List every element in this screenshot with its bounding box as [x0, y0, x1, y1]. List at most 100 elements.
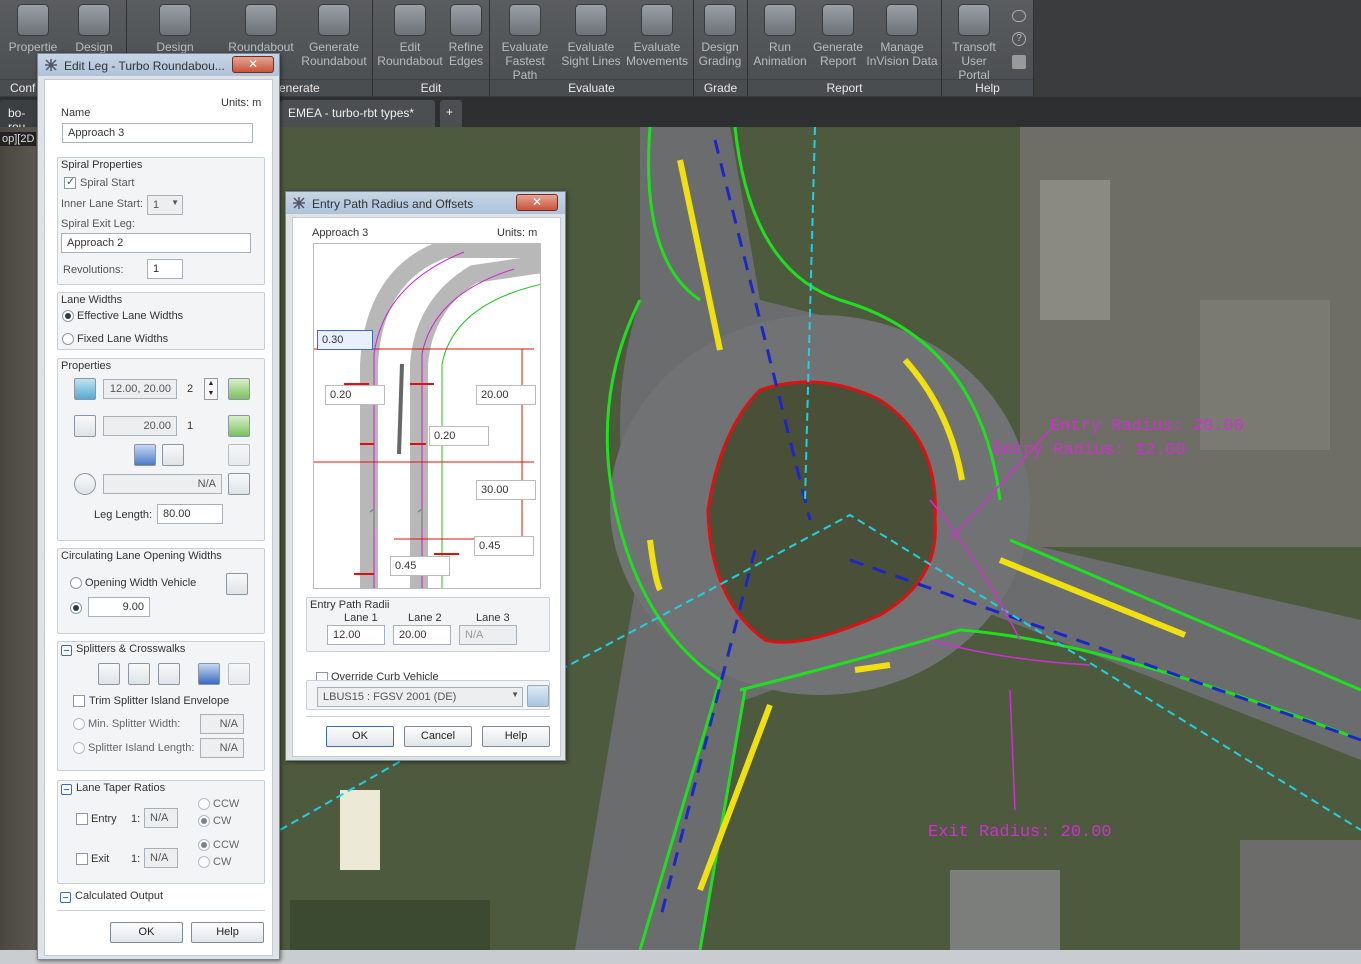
- design-roundabout-button[interactable]: Design: [146, 4, 204, 54]
- about-icon[interactable]: [1012, 55, 1026, 69]
- offset-input[interactable]: 0.45: [474, 536, 534, 556]
- manage-invision-button[interactable]: Manage InVision Data: [866, 4, 938, 68]
- crosswalk-icon[interactable]: [158, 663, 180, 685]
- exit-taper-input[interactable]: N/A: [144, 848, 178, 868]
- leg-length-input[interactable]: 80.00: [157, 504, 223, 524]
- collapse-toggle-icon[interactable]: [61, 645, 72, 656]
- lane1-radius-input[interactable]: 12.00: [327, 625, 385, 645]
- entry-cw-radio[interactable]: [198, 815, 210, 827]
- design-grading-button[interactable]: Design Grading: [696, 4, 744, 68]
- button-label: User Portal: [958, 54, 990, 82]
- opening-value-radio[interactable]: [70, 602, 82, 614]
- run-animation-button[interactable]: Run Animation: [750, 4, 810, 68]
- lane2-radius-input[interactable]: 20.00: [393, 625, 451, 645]
- lane3-radius-input[interactable]: N/A: [459, 625, 517, 645]
- spiral-start-checkbox[interactable]: [64, 175, 76, 189]
- building-roof: [1240, 840, 1361, 950]
- opening-width-input[interactable]: 9.00: [88, 597, 150, 617]
- min-splitter-radio[interactable]: [73, 718, 85, 730]
- button-label: Edges: [448, 54, 484, 68]
- inner-lane-start-select[interactable]: 1 ▼: [147, 195, 183, 215]
- design-button[interactable]: Design: [66, 4, 122, 54]
- spiral-exit-leg-input[interactable]: Approach 2: [61, 233, 251, 253]
- exit-cw-radio[interactable]: [198, 856, 210, 868]
- radius-input[interactable]: 30.00: [476, 480, 536, 500]
- new-tab-button[interactable]: +: [440, 100, 462, 127]
- edit-entry-icon[interactable]: [228, 378, 250, 400]
- edit-exit-icon[interactable]: [228, 415, 250, 437]
- splitter-length-radio[interactable]: [73, 742, 85, 754]
- vehicle-path-icon[interactable]: [226, 573, 248, 595]
- revolutions-input[interactable]: 1: [147, 259, 183, 279]
- trim-splitter-checkbox[interactable]: [73, 695, 85, 707]
- exit-lanes-icon[interactable]: [74, 415, 96, 437]
- edit-offset-icon[interactable]: [228, 473, 250, 495]
- entry-taper-checkbox[interactable]: [76, 813, 88, 825]
- location-pin-icon[interactable]: [74, 473, 96, 495]
- evaluate-movements-button[interactable]: Evaluate Movements: [624, 4, 690, 68]
- grading-icon: [704, 4, 736, 36]
- cancel-button[interactable]: Cancel: [404, 726, 472, 747]
- vehicle-select[interactable]: LBUS15 : FGSV 2001 (DE) ▼: [317, 687, 523, 707]
- button-label: Edit: [399, 40, 421, 54]
- evaluate-sight-lines-button[interactable]: Evaluate Sight Lines: [561, 4, 621, 68]
- tab-previous-drawing[interactable]: bo-rou: [0, 100, 40, 134]
- entry-taper-input[interactable]: N/A: [144, 808, 178, 828]
- group-title-evaluate: Evaluate: [490, 79, 693, 96]
- pencil-icon[interactable]: [228, 444, 250, 466]
- splitter-shape-icon[interactable]: [128, 663, 150, 685]
- user-portal-button[interactable]: Transoft User Portal: [944, 4, 1004, 82]
- offset-input[interactable]: 0.45: [390, 556, 450, 576]
- effective-lane-widths-radio[interactable]: [62, 310, 74, 322]
- opening-width-vehicle-radio[interactable]: [70, 577, 82, 589]
- refine-edges-button[interactable]: Refine Edges: [446, 4, 486, 68]
- crosswalk-settings-icon[interactable]: [228, 663, 250, 685]
- effective-lane-widths-label: Effective Lane Widths: [77, 310, 184, 322]
- offset-input[interactable]: N/A: [103, 474, 222, 494]
- ok-button[interactable]: OK: [326, 726, 394, 747]
- fixed-lane-widths-radio[interactable]: [62, 333, 74, 345]
- min-splitter-input[interactable]: N/A: [200, 714, 244, 734]
- dialog-body: Approach 3 Units: m 0.30 0.20 0.20 20.00…: [292, 217, 561, 757]
- entry-widths-input[interactable]: 12.00, 20.00: [103, 379, 177, 399]
- help-circle-icon[interactable]: ?: [1012, 32, 1026, 46]
- expand-toggle-icon[interactable]: [60, 892, 71, 903]
- generate-roundabout-button[interactable]: Generate Roundabout: [298, 4, 370, 68]
- radius-input[interactable]: 20.00: [476, 385, 536, 405]
- close-button[interactable]: ✕: [232, 56, 274, 73]
- exit-taper-checkbox[interactable]: [76, 853, 88, 865]
- vehicle-library-icon[interactable]: [527, 685, 549, 707]
- offset-input[interactable]: 0.20: [429, 426, 489, 446]
- curb-style-icon[interactable]: [162, 444, 184, 466]
- entry-count-spinner[interactable]: ▲ ▼: [204, 378, 218, 400]
- exit-width-input[interactable]: 20.00: [103, 416, 177, 436]
- exit-ccw-radio[interactable]: [198, 839, 210, 851]
- collapse-toggle-icon[interactable]: [61, 784, 72, 795]
- splitter-style-icon[interactable]: [134, 444, 156, 466]
- app-logo-icon: [293, 197, 305, 209]
- offset-input[interactable]: 0.20: [325, 385, 385, 405]
- evaluate-fastest-path-button[interactable]: Evaluate Fastest Path: [492, 4, 558, 82]
- entry-ccw-radio[interactable]: [198, 798, 210, 810]
- info-icon[interactable]: [1012, 10, 1026, 22]
- select-value: 1: [153, 199, 160, 211]
- offset-input[interactable]: 0.30: [317, 330, 373, 350]
- tab-active-drawing[interactable]: EMEA - turbo-rbt types*: [280, 100, 435, 127]
- spinner-down-icon[interactable]: ▼: [205, 389, 217, 399]
- splitter-funnel-icon[interactable]: [98, 663, 120, 685]
- close-button[interactable]: ✕: [516, 194, 558, 211]
- dialog-body: Units: m Name Approach 3 Spiral Properti…: [44, 79, 273, 956]
- help-button[interactable]: Help: [482, 726, 550, 747]
- properties-button[interactable]: Propertie: [4, 4, 62, 54]
- splitter-length-input[interactable]: N/A: [200, 738, 244, 758]
- spinner-up-icon[interactable]: ▲: [205, 379, 217, 389]
- roundabout-button[interactable]: Roundabout: [226, 4, 296, 54]
- generate-report-button[interactable]: Generate Report: [812, 4, 864, 68]
- help-button[interactable]: Help: [191, 922, 264, 943]
- sight-icon: [575, 4, 607, 36]
- name-input[interactable]: Approach 3: [62, 123, 253, 143]
- splitter-color-icon[interactable]: [198, 663, 220, 685]
- edit-roundabout-button[interactable]: Edit Roundabout: [376, 4, 444, 68]
- ok-button[interactable]: OK: [110, 922, 183, 943]
- entry-lanes-icon[interactable]: [74, 378, 96, 400]
